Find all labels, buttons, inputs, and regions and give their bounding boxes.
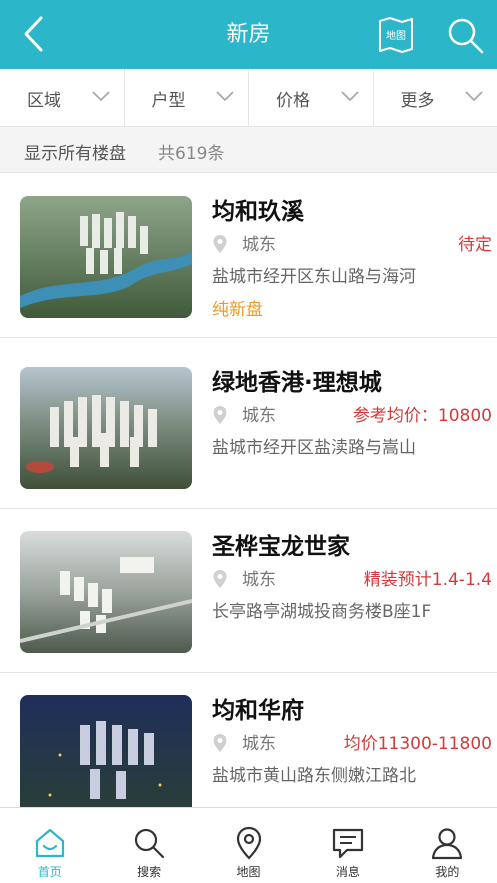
filter-label: 价格	[276, 91, 310, 111]
listing-address: 盐城市黄山路东侧嫩江路北	[212, 766, 416, 786]
tab-messages[interactable]: 消息	[298, 808, 397, 883]
listing-item[interactable]: 圣桦宝龙世家 城东 精装预计1.4-1.4 长亭路亭湖城投商务楼B座1F	[0, 509, 497, 673]
filter-price[interactable]: 价格	[249, 69, 374, 126]
tab-home[interactable]: 首页	[0, 808, 99, 883]
listing-item[interactable]: 绿地香港·理想城 城东 参考均价：10800 盐城市经开区盐渎路与嵩山	[0, 345, 497, 509]
listing-thumbnail	[20, 695, 192, 807]
listing-thumbnail	[20, 531, 192, 653]
map-pin-icon	[236, 826, 261, 860]
filter-bar: 区域 户型 价格 更多	[0, 69, 497, 127]
filter-more[interactable]: 更多	[374, 69, 497, 126]
map-button-label: 地图	[386, 31, 406, 42]
chevron-down-icon	[91, 91, 110, 102]
page-title: 新房	[226, 22, 271, 47]
chevron-down-icon	[340, 91, 359, 102]
filter-region[interactable]: 区域	[0, 69, 125, 126]
listing-district: 城东	[242, 235, 276, 255]
listing-item[interactable]: 均和玖溪 城东 待定 盐城市经开区东山路与海河 纯新盘	[0, 174, 497, 338]
message-icon	[332, 828, 364, 859]
tab-profile[interactable]: 我的	[398, 808, 497, 883]
location-pin-icon	[213, 570, 227, 588]
listing-thumbnail	[20, 196, 192, 318]
listing-name: 圣桦宝龙世家	[212, 534, 350, 560]
listing-list: 均和玖溪 城东 待定 盐城市经开区东山路与海河 纯新盘 绿地香港·理想城 城东 …	[0, 174, 497, 807]
listing-price: 待定	[458, 235, 492, 255]
location-pin-icon	[213, 235, 227, 253]
tab-label: 我的	[435, 865, 460, 879]
map-button[interactable]: 地图	[376, 15, 416, 55]
location-pin-icon	[213, 406, 227, 424]
top-bar: 新房 地图	[0, 0, 497, 69]
listing-district: 城东	[242, 570, 276, 590]
filter-layout[interactable]: 户型	[125, 69, 249, 126]
tab-search[interactable]: 搜索	[99, 808, 198, 883]
listing-name: 绿地香港·理想城	[212, 370, 382, 396]
listing-address: 盐城市经开区盐渎路与嵩山	[212, 438, 416, 458]
tab-label: 搜索	[137, 865, 162, 879]
listing-price: 参考均价：10800	[352, 406, 492, 426]
home-icon	[35, 828, 64, 858]
filter-label: 更多	[400, 91, 435, 111]
listing-thumbnail	[20, 367, 192, 489]
listing-district: 城东	[242, 406, 276, 426]
results-summary: 显示所有楼盘 共619条	[0, 127, 497, 173]
filter-label: 户型	[151, 91, 186, 111]
listing-name: 均和玖溪	[212, 199, 304, 225]
listing-address: 盐城市经开区东山路与海河	[212, 267, 416, 287]
tab-map[interactable]: 地图	[199, 808, 298, 883]
search-button[interactable]	[443, 13, 487, 57]
tab-label: 消息	[335, 865, 360, 879]
listing-price: 均价11300-11800	[343, 734, 492, 754]
tab-label: 首页	[37, 865, 62, 879]
listing-item[interactable]: 均和华府 城东 均价11300-11800 盐城市黄山路东侧嫩江路北	[0, 673, 497, 807]
chevron-down-icon	[216, 91, 234, 102]
chevron-down-icon	[465, 91, 483, 102]
search-icon	[448, 18, 484, 54]
result-count: 共619条	[158, 144, 225, 164]
listing-name: 均和华府	[212, 698, 304, 724]
location-pin-icon	[213, 734, 227, 752]
listing-district: 城东	[242, 734, 276, 754]
tab-label: 地图	[236, 865, 261, 879]
bottom-tab-bar: 首页 搜索 地图 消息 我的	[0, 807, 497, 883]
listing-tag: 纯新盘	[212, 300, 263, 320]
listing-price: 精装预计1.4-1.4	[363, 570, 492, 590]
listing-address: 长亭路亭湖城投商务楼B座1F	[212, 602, 432, 622]
filter-label: 区域	[27, 91, 61, 111]
user-icon	[432, 828, 463, 860]
search-icon	[135, 828, 165, 859]
summary-text: 显示所有楼盘	[24, 144, 126, 164]
